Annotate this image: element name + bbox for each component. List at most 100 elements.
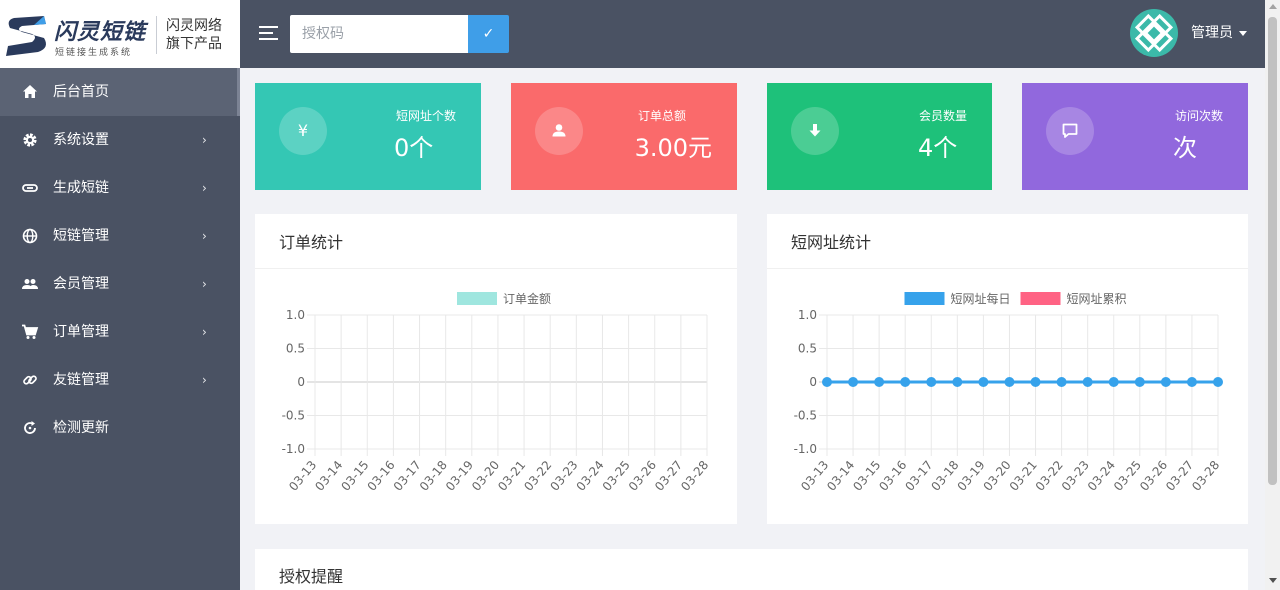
x-tick-label: 03-15	[338, 458, 371, 494]
brand-tagline: 闪灵网络 旗下产品	[166, 17, 222, 53]
sidebar-item-label: 生成短链	[53, 180, 109, 196]
order-stats-panel: 订单统计 订单金额 1.0 0.5 0 -0.5 -1.0 03-13 03-14 03-15 0…	[255, 214, 737, 524]
x-tick-label: 03-21	[495, 458, 528, 494]
y-tick-label: 0.5	[798, 342, 817, 356]
sidebar-item-orders[interactable]: 订单管理 ›	[0, 308, 240, 356]
url-chart: 短网址每日 短网址累积 1.0 0.5 0 -0.5 -1.0 03-1303-1403-15…	[794, 291, 1223, 494]
sidebar-item-label: 检测更新	[53, 420, 109, 436]
data-point	[1186, 377, 1197, 387]
scroll-thumb[interactable]	[1268, 17, 1277, 485]
x-tick-label: 03-20	[469, 458, 502, 494]
data-point	[952, 377, 963, 387]
chevron-right-icon: ›	[202, 277, 207, 291]
logo-area: 闪灵短链 短链接生成系统 闪灵网络 旗下产品	[0, 0, 240, 68]
brand-title: 闪灵短链	[54, 20, 147, 45]
x-tick-label: 03-19	[955, 458, 988, 494]
sidebar-item-create-link[interactable]: 生成短链 ›	[0, 164, 240, 212]
menu-toggle-icon[interactable]	[259, 26, 278, 41]
data-point	[1004, 377, 1015, 387]
x-tick-label: 03-22	[1033, 458, 1066, 494]
x-tick-label: 03-16	[876, 458, 909, 494]
data-point	[822, 377, 832, 387]
legend-swatch	[904, 292, 945, 305]
admin-name[interactable]: 管理员	[1191, 24, 1233, 42]
y-tick-label: -0.5	[794, 409, 817, 423]
topbar: ✓ 管理员	[240, 0, 1265, 68]
sidebar-item-settings[interactable]: 系统设置 ›	[0, 116, 240, 164]
data-point	[926, 377, 937, 387]
sidebar-item-label: 短链管理	[53, 228, 109, 244]
x-tick-label: 03-24	[1085, 458, 1118, 494]
y-tick-label: 0.5	[286, 342, 305, 356]
data-point	[1056, 377, 1067, 387]
sidebar-item-members[interactable]: 会员管理 ›	[0, 260, 240, 308]
y-tick-label: -1.0	[282, 442, 305, 456]
x-tick-label: 03-16	[365, 458, 398, 494]
sidebar-item-check-update[interactable]: 检测更新	[0, 404, 240, 452]
caret-down-icon[interactable]	[1239, 31, 1247, 36]
auth-submit-button[interactable]: ✓	[468, 15, 509, 53]
yen-icon: ¥	[279, 107, 327, 155]
x-tick-label: 03-27	[1163, 458, 1196, 494]
stat-label: 访问次数	[1174, 109, 1223, 123]
brand-tagline-line1: 闪灵网络	[166, 18, 222, 34]
auth-code-input[interactable]	[290, 15, 468, 53]
x-tick-label: 03-28	[1189, 458, 1222, 494]
x-tick-label: 03-25	[1111, 458, 1144, 494]
stat-value: 次	[1173, 134, 1197, 162]
scroll-down-icon[interactable]	[1269, 578, 1277, 583]
stat-value: 3.00元	[634, 134, 712, 162]
y-tick-label: 1.0	[798, 308, 817, 322]
x-tick-label: 03-17	[391, 458, 424, 494]
x-tick-label: 03-25	[600, 458, 633, 494]
y-tick-label: -0.5	[282, 409, 305, 423]
panel-title: 订单统计	[279, 233, 344, 252]
scrollbar[interactable]	[1265, 0, 1280, 590]
sidebar-item-home[interactable]: 后台首页	[0, 68, 240, 116]
sidebar-item-label: 会员管理	[53, 276, 109, 292]
user-icon	[535, 107, 583, 155]
avatar-pattern-icon	[1134, 13, 1174, 53]
cart-icon	[22, 324, 39, 339]
x-tick-label: 03-23	[1059, 458, 1092, 494]
sidebar-item-label: 后台首页	[53, 84, 109, 100]
x-tick-label: 03-18	[928, 458, 961, 494]
avatar[interactable]	[1130, 9, 1178, 57]
legend-label: 短网址每日	[951, 291, 1011, 306]
chevron-right-icon: ›	[202, 229, 207, 243]
x-tick-label: 03-22	[521, 458, 554, 494]
order-chart: 订单金额1.00.50-0.5-1.003-1303-1403-1503-160…	[282, 291, 712, 494]
stat-label: 会员数量	[918, 109, 967, 123]
data-point	[848, 377, 859, 387]
x-tick-label: 03-21	[1007, 458, 1040, 494]
sidebar-item-link-manage[interactable]: 短链管理 ›	[0, 212, 240, 260]
x-tick-label: 03-13	[286, 458, 319, 494]
data-point	[1134, 377, 1145, 387]
stat-label: 短网址个数	[395, 109, 456, 123]
x-tick-label: 03-15	[850, 458, 883, 494]
x-tick-label: 03-14	[312, 458, 345, 494]
brand-tagline-line2: 旗下产品	[166, 36, 222, 52]
sidebar-item-friend-links[interactable]: 友链管理 ›	[0, 356, 240, 404]
x-tick-label: 03-20	[981, 458, 1014, 494]
x-tick-label: 03-13	[798, 458, 831, 494]
x-tick-label: 03-19	[443, 458, 476, 494]
y-tick-label: 1.0	[286, 308, 305, 322]
auth-reminder-panel: 授权提醒	[255, 549, 1248, 590]
stat-card-members: 会员数量 4个	[767, 83, 992, 190]
chevron-right-icon: ›	[202, 373, 207, 387]
x-tick-label: 03-17	[902, 458, 935, 494]
brand-subtitle: 短链接生成系统	[55, 48, 133, 58]
x-tick-label: 03-14	[824, 458, 857, 494]
scroll-up-icon[interactable]	[1269, 4, 1277, 9]
refresh-icon	[24, 421, 36, 434]
legend-label: 订单金额	[503, 291, 551, 306]
comment-icon	[1046, 107, 1094, 155]
x-tick-label: 03-28	[678, 458, 711, 494]
x-tick-label: 03-27	[652, 458, 685, 494]
data-point	[1030, 377, 1041, 387]
chevron-right-icon: ›	[202, 325, 207, 339]
x-tick-label: 03-26	[1137, 458, 1170, 494]
legend-swatch	[1020, 292, 1061, 305]
data-point	[1213, 377, 1223, 387]
